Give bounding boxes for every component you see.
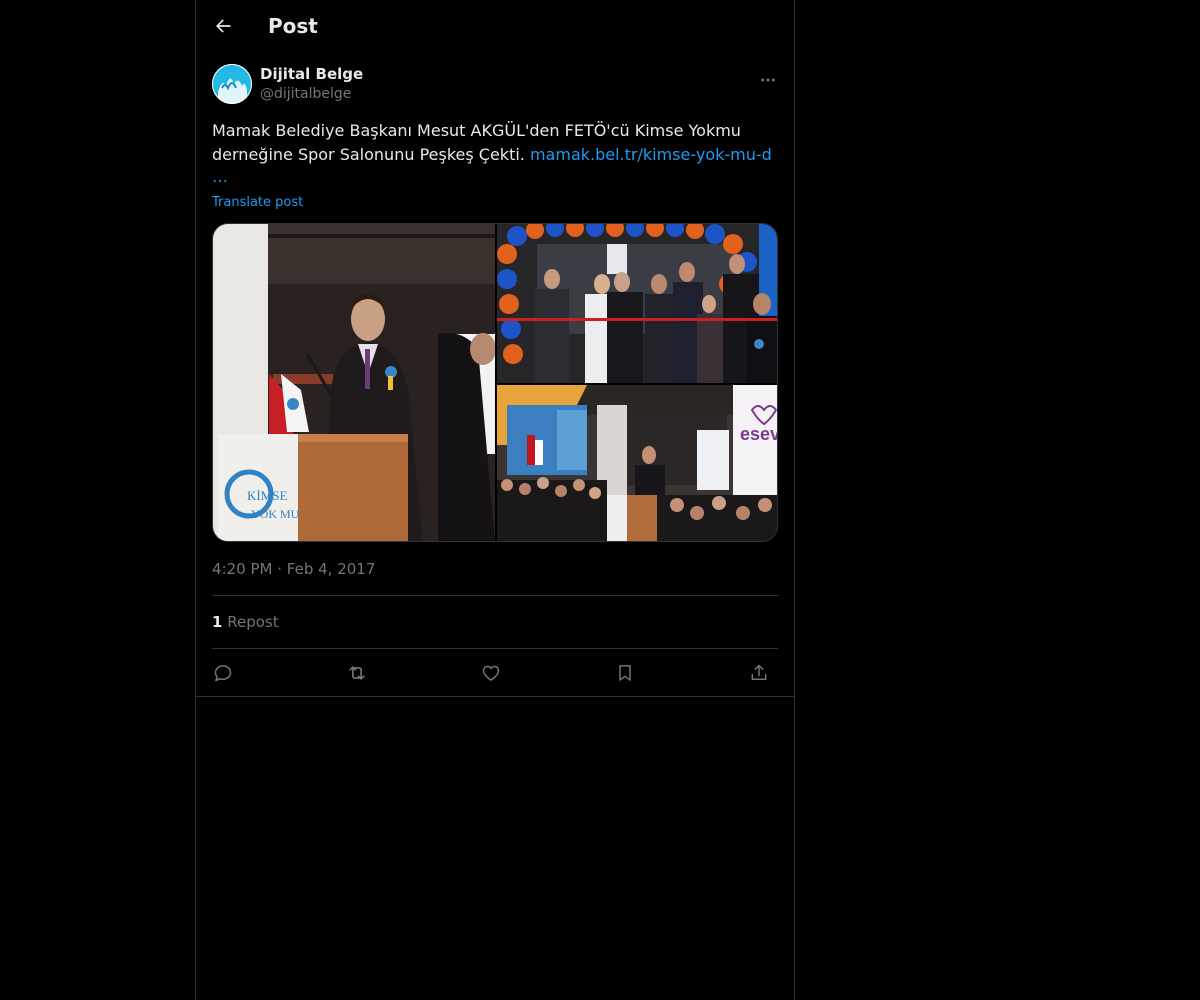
post-timestamp[interactable]: 4:20 PM · Feb 4, 2017: [212, 560, 375, 578]
divider: [196, 696, 794, 697]
link-ellipsis: …: [212, 167, 229, 186]
main-column: Post Dijital Belge @dijitalbelge Mamak B…: [195, 0, 795, 1000]
divider: [212, 595, 778, 596]
translate-post-link[interactable]: Translate post: [212, 195, 303, 210]
reply-button[interactable]: [206, 656, 240, 690]
photo-ribbon-cutting[interactable]: [497, 224, 777, 383]
like-icon: [482, 665, 500, 681]
podium-sign-text: KİMSE: [247, 488, 288, 503]
like-button[interactable]: [474, 656, 508, 690]
podium-sign-text-2: YOK MU: [251, 507, 300, 521]
more-options-button[interactable]: [752, 64, 784, 96]
photo-speaker-podium[interactable]: KİMSE YOK MU: [213, 224, 495, 541]
post-stats[interactable]: 1 Repost: [212, 613, 279, 631]
bookmark-icon: [619, 665, 631, 681]
media-grid: KİMSE YOK MU esev: [212, 223, 778, 542]
page-header: Post: [196, 0, 794, 54]
avatar[interactable]: [212, 64, 252, 104]
timestamp-separator: ·: [277, 560, 283, 578]
bookmark-button[interactable]: [608, 656, 642, 690]
page-title: Post: [268, 14, 318, 38]
photo-crowd-hall[interactable]: esev: [497, 385, 778, 541]
post-author: Dijital Belge @dijitalbelge: [196, 54, 794, 110]
arrow-left-icon: [216, 19, 231, 33]
share-icon: [751, 664, 767, 680]
repost-count: 1: [212, 613, 223, 631]
post-link[interactable]: mamak.bel.tr/kimse-yok-mu-d: [530, 145, 772, 164]
repost-icon: [349, 666, 365, 680]
divider: [212, 648, 778, 649]
more-icon: [761, 78, 775, 82]
post-text: Mamak Belediye Başkanı Mesut AKGÜL'den F…: [212, 119, 780, 189]
repost-label: Repost: [227, 613, 279, 631]
esev-sign-text: esev: [740, 424, 778, 444]
post-time: 4:20 PM: [212, 560, 273, 578]
post-date: Feb 4, 2017: [286, 560, 376, 578]
back-button[interactable]: [206, 9, 240, 43]
reply-icon: [214, 665, 232, 682]
author-name[interactable]: Dijital Belge: [260, 65, 363, 83]
repost-button[interactable]: [340, 656, 374, 690]
share-button[interactable]: [742, 656, 776, 690]
post-actions: [212, 656, 778, 692]
author-handle[interactable]: @dijitalbelge: [260, 86, 351, 102]
